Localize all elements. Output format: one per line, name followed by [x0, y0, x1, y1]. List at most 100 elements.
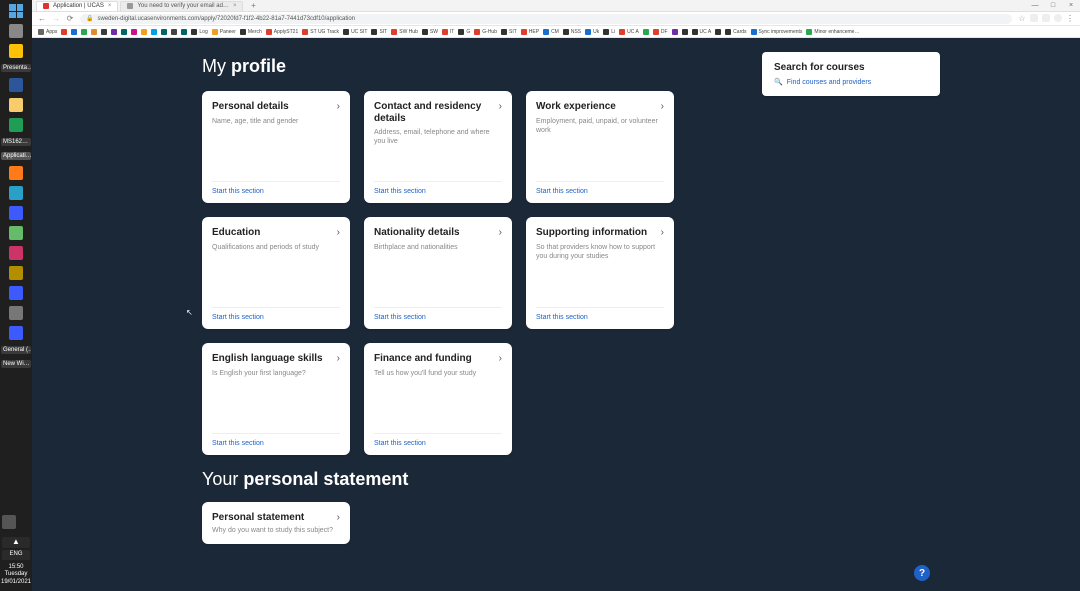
- app-icon[interactable]: [9, 246, 23, 260]
- bookmark-item[interactable]: IT: [442, 29, 454, 35]
- supporting-information-card[interactable]: Supporting information›So that providers…: [526, 217, 674, 329]
- bookmark-item[interactable]: [181, 29, 187, 35]
- bookmark-item[interactable]: SIT: [371, 29, 387, 35]
- bookmark-item[interactable]: [643, 29, 649, 35]
- bookmark-item[interactable]: Sync improvements: [751, 29, 803, 35]
- extension-icon[interactable]: [1030, 14, 1038, 22]
- app-icon[interactable]: [9, 226, 23, 240]
- tray-expand-icon[interactable]: ▲: [2, 537, 30, 547]
- app-icon[interactable]: [9, 306, 23, 320]
- english-language-skills-card[interactable]: English language skills›Is English your …: [202, 343, 350, 455]
- close-window-button[interactable]: ×: [1066, 2, 1076, 9]
- close-icon[interactable]: ×: [108, 3, 112, 9]
- start-section-link[interactable]: Start this section: [374, 433, 502, 455]
- bookmark-item[interactable]: Cards: [725, 29, 746, 35]
- bookmark-item[interactable]: G-Hub: [474, 29, 497, 35]
- edge-icon[interactable]: [9, 186, 23, 200]
- bookmark-star-icon[interactable]: ☆: [1018, 14, 1026, 23]
- start-section-link[interactable]: Start this section: [212, 307, 340, 329]
- bookmark-item[interactable]: [682, 29, 688, 35]
- bookmark-item[interactable]: [131, 29, 137, 35]
- bookmark-item[interactable]: [171, 29, 177, 35]
- excel-icon[interactable]: [9, 118, 23, 132]
- maximize-button[interactable]: □: [1048, 2, 1058, 9]
- menu-button[interactable]: ⋮: [1066, 14, 1074, 23]
- start-section-link[interactable]: Start this section: [536, 181, 664, 203]
- back-button[interactable]: ←: [38, 14, 46, 23]
- bookmark-item[interactable]: SIT: [501, 29, 517, 35]
- bookmark-item[interactable]: [715, 29, 721, 35]
- app-icon[interactable]: [9, 266, 23, 280]
- bookmark-item[interactable]: Minor enhanceme…: [806, 29, 859, 35]
- bookmark-item[interactable]: [161, 29, 167, 35]
- bookmark-item[interactable]: HEP: [521, 29, 539, 35]
- bookmark-item[interactable]: NSS: [563, 29, 581, 35]
- education-card[interactable]: Education›Qualifications and periods of …: [202, 217, 350, 329]
- bookmark-item[interactable]: G: [458, 29, 470, 35]
- bookmark-item[interactable]: Log: [191, 29, 207, 35]
- app-icon[interactable]: [9, 286, 23, 300]
- forward-button[interactable]: →: [52, 14, 60, 23]
- bookmark-item[interactable]: CM: [543, 29, 559, 35]
- start-section-link[interactable]: Start this section: [212, 433, 340, 455]
- work-experience-card[interactable]: Work experience›Employment, paid, unpaid…: [526, 91, 674, 203]
- new-tab-button[interactable]: +: [249, 2, 257, 10]
- browser-icon[interactable]: [9, 44, 23, 58]
- task-preview-label[interactable]: Presenta…: [1, 64, 31, 72]
- profile-avatar[interactable]: [1054, 14, 1062, 22]
- task-preview-label[interactable]: Applicati…: [1, 152, 31, 160]
- word-icon[interactable]: [9, 78, 23, 92]
- start-section-link[interactable]: Start this section: [374, 181, 502, 203]
- task-preview-label[interactable]: New Wi…: [1, 360, 31, 368]
- bookmark-item[interactable]: ApplyST21: [266, 29, 298, 35]
- app-icon[interactable]: [9, 326, 23, 340]
- file-explorer-icon[interactable]: [9, 98, 23, 112]
- apps-shortcut[interactable]: Apps: [38, 29, 57, 35]
- bookmark-item[interactable]: DF: [653, 29, 668, 35]
- bookmark-item[interactable]: [91, 29, 97, 35]
- start-section-link[interactable]: Start this section: [374, 307, 502, 329]
- nationality-details-card[interactable]: Nationality details›Birthplace and natio…: [364, 217, 512, 329]
- bookmark-item[interactable]: UC A: [619, 29, 639, 35]
- app-icon[interactable]: [2, 515, 16, 529]
- bookmark-item[interactable]: [672, 29, 678, 35]
- tab-application[interactable]: Application | UCAS ×: [36, 1, 118, 11]
- bookmark-item[interactable]: Paneer: [212, 29, 236, 35]
- bookmark-item[interactable]: SW: [422, 29, 438, 35]
- reload-button[interactable]: ⟳: [66, 14, 74, 23]
- contact-residency-card[interactable]: Contact and residency details›Address, e…: [364, 91, 512, 203]
- personal-details-card[interactable]: Personal details›Name, age, title and ge…: [202, 91, 350, 203]
- tab-verify-email[interactable]: You need to verify your email ad… ×: [120, 1, 243, 11]
- bookmark-item[interactable]: [151, 29, 157, 35]
- bookmark-item[interactable]: Merch: [240, 29, 262, 35]
- clock-time[interactable]: 15:50: [0, 564, 32, 572]
- start-section-link[interactable]: Start this section: [536, 307, 664, 329]
- finance-and-funding-card[interactable]: Finance and funding›Tell us how you'll f…: [364, 343, 512, 455]
- start-button[interactable]: [9, 4, 23, 18]
- bookmark-item[interactable]: UC SIT: [343, 29, 367, 35]
- bookmark-item[interactable]: ST UG Track: [302, 29, 339, 35]
- bookmark-item[interactable]: [61, 29, 67, 35]
- bookmark-item[interactable]: [141, 29, 147, 35]
- minimize-button[interactable]: —: [1030, 2, 1040, 9]
- language-indicator[interactable]: ENG: [2, 550, 30, 560]
- url-input[interactable]: 🔒 sweden-digital.ucasenvironments.com/ap…: [80, 14, 1012, 24]
- task-preview-label[interactable]: MS162…: [1, 138, 31, 146]
- bookmark-item[interactable]: [111, 29, 117, 35]
- bookmark-item[interactable]: UC A: [692, 29, 712, 35]
- bookmark-item[interactable]: Li: [603, 29, 615, 35]
- app-icon[interactable]: [9, 206, 23, 220]
- firefox-icon[interactable]: [9, 166, 23, 180]
- task-preview-label[interactable]: General (…: [1, 346, 31, 354]
- help-button[interactable]: ?: [914, 565, 930, 581]
- close-icon[interactable]: ×: [233, 3, 237, 9]
- start-section-link[interactable]: Start this section: [212, 181, 340, 203]
- extension-icon[interactable]: [1042, 14, 1050, 22]
- bookmark-item[interactable]: [101, 29, 107, 35]
- personal-statement-card[interactable]: Personal statement › Why do you want to …: [202, 502, 350, 544]
- bookmark-item[interactable]: [71, 29, 77, 35]
- bookmark-item[interactable]: SW Hub: [391, 29, 418, 35]
- bookmark-item[interactable]: Uk: [585, 29, 599, 35]
- taskview-icon[interactable]: [9, 24, 23, 38]
- bookmark-item[interactable]: [81, 29, 87, 35]
